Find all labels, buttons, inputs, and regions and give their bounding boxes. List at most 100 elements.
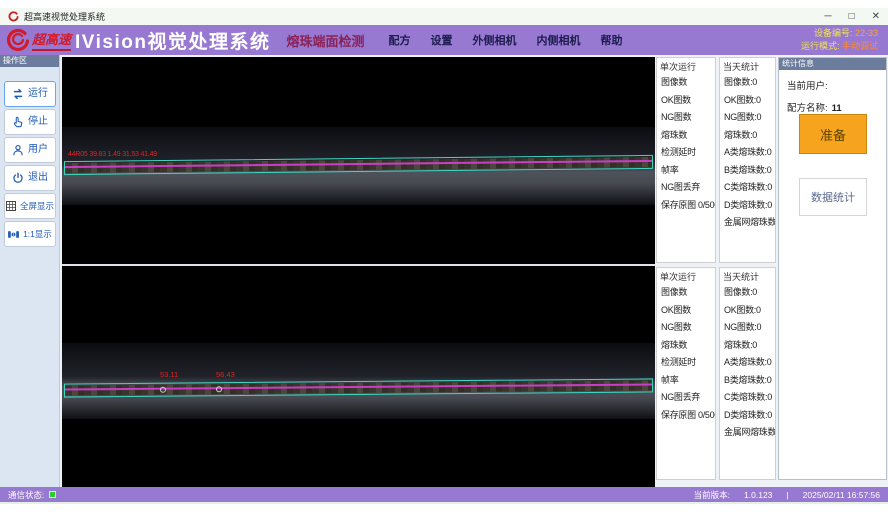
fullscreen-icon — [5, 200, 17, 212]
groupbox-title: 当天统计 — [720, 58, 775, 74]
stat-row: B类熔珠数:0 — [720, 162, 775, 180]
stat-rows: 图像数OK图数NG图数熔珠数检测延时帧率NG图丢弃保存原图 0/500 — [657, 74, 715, 214]
exit-icon — [11, 171, 25, 185]
stat-row: NG图数:0 — [720, 109, 775, 127]
groupbox-title: 单次运行 — [657, 58, 715, 74]
fullscreen-button[interactable]: 全屏显示 — [4, 193, 56, 219]
close-icon[interactable]: ✕ — [872, 12, 880, 22]
version-label: 当前版本: — [694, 489, 730, 501]
device-info: 设备编号: 22-33 运行模式: 手动调试 — [801, 27, 878, 53]
stat-row: OK图数:0 — [720, 302, 775, 320]
stat-row: NG图丢弃 — [657, 389, 715, 407]
datetime: 2025/02/11 16:57:56 — [803, 490, 880, 500]
measurement-annotation: 44R05 39.83 1.49 31.53 41.49 — [68, 151, 157, 158]
stat-row: NG图数 — [657, 319, 715, 337]
stop-button-label: 停止 — [28, 117, 48, 127]
stat-row: D类熔珠数:0 — [720, 407, 775, 425]
stat-row: 熔珠数 — [657, 127, 715, 145]
one-to-one-icon — [7, 228, 20, 241]
window-title: 超高速视觉处理系统 — [24, 10, 105, 23]
menu-item[interactable]: 外侧相机 — [472, 32, 516, 48]
device-id-label: 设备编号: — [814, 28, 853, 38]
stat-rows: 图像数OK图数NG图数熔珠数检测延时帧率NG图丢弃保存原图 0/500 — [657, 284, 715, 424]
menu-item[interactable]: 内侧相机 — [536, 32, 580, 48]
main-content: 操作区 运行 停止 — [0, 55, 888, 487]
stop-icon — [11, 115, 25, 129]
user-icon — [11, 143, 25, 157]
menu-item[interactable]: 配方 — [388, 32, 410, 48]
stat-row: 图像数 — [657, 284, 715, 302]
main-menu: 配方 设置 外侧相机 内侧相机 帮助 — [388, 32, 622, 48]
stat-row: 熔珠数:0 — [720, 337, 775, 355]
groupbox-title: 当天统计 — [720, 268, 775, 284]
daily-stats-top: 当天统计 图像数:0OK图数:0NG图数:0熔珠数:0A类熔珠数:0B类熔珠数:… — [719, 57, 776, 263]
current-user-label: 当前用户: — [787, 81, 828, 92]
status-bar: 通信状态: 当前版本: 1.0.123 | 2025/02/11 16:57:5… — [0, 487, 888, 502]
stat-row: B类熔珠数:0 — [720, 372, 775, 390]
device-id-value: 22-33 — [855, 28, 878, 38]
defect-marker — [216, 386, 222, 392]
info-panel-header: 统计信息 — [779, 58, 886, 70]
comm-status-label: 通信状态: — [8, 489, 44, 501]
single-run-stats-bottom: 单次运行 图像数OK图数NG图数熔珠数检测延时帧率NG图丢弃保存原图 0/500 — [656, 267, 716, 480]
daily-stats-bottom: 当天统计 图像数:0OK图数:0NG图数:0熔珠数:0A类熔珠数:0B类熔珠数:… — [719, 267, 776, 480]
minimize-icon[interactable]: ─ — [824, 12, 831, 22]
app-window: 超高速视觉处理系统 ─ □ ✕ 超高速 IVision视觉处理系统 熔珠端面检测… — [0, 0, 888, 522]
user-button[interactable]: 用户 — [4, 137, 56, 163]
stat-row: NG图丢弃 — [657, 179, 715, 197]
menu-item[interactable]: 设置 — [430, 32, 452, 48]
recipe-label: 配方名称: — [787, 103, 828, 114]
app-logo-icon — [8, 11, 19, 22]
exit-button-label: 退出 — [28, 173, 48, 183]
stat-row: C类熔珠数:0 — [720, 179, 775, 197]
recipe-value: 11 — [832, 103, 842, 114]
measurement-label: 53.11 — [160, 370, 178, 379]
sidebar-buttons: 运行 停止 用户 — [0, 67, 59, 247]
one-to-one-button-label: 1:1显示 — [23, 230, 52, 239]
stat-row: 检测延时 — [657, 354, 715, 372]
stat-row: 帧率 — [657, 372, 715, 390]
groupbox-title: 单次运行 — [657, 268, 715, 284]
stat-row: OK图数 — [657, 302, 715, 320]
operations-sidebar: 操作区 运行 停止 — [0, 55, 60, 487]
menu-item[interactable]: 帮助 — [600, 32, 622, 48]
stat-row: 图像数 — [657, 74, 715, 92]
stop-button[interactable]: 停止 — [4, 109, 56, 135]
brand-name: 超高速 — [32, 29, 71, 51]
version-value: 1.0.123 — [744, 490, 772, 500]
run-button-label: 运行 — [28, 89, 48, 99]
stat-row: NG图数:0 — [720, 319, 775, 337]
app-subtitle: 熔珠端面检测 — [286, 31, 364, 50]
stat-row: 金属网熔珠数:0 — [720, 214, 775, 232]
stat-row: 图像数:0 — [720, 284, 775, 302]
maximize-icon[interactable]: □ — [849, 12, 855, 22]
statistics-info-panel: 统计信息 当前用户: 配方名称: 11 准备 数据统计 — [778, 57, 887, 480]
data-statistics-button[interactable]: 数据统计 — [799, 178, 867, 216]
defect-marker — [160, 387, 166, 393]
stat-row: D类熔珠数:0 — [720, 197, 775, 215]
stat-row: 保存原图 0/500 — [657, 197, 715, 215]
stat-row: 检测延时 — [657, 144, 715, 162]
camera-view-top[interactable]: 44R05 39.83 1.49 31.53 41.49 — [62, 57, 655, 264]
brand-swirl-icon — [6, 28, 30, 52]
user-button-label: 用户 — [28, 145, 48, 155]
stat-row: A类熔珠数:0 — [720, 354, 775, 372]
prepare-button[interactable]: 准备 — [799, 114, 867, 154]
stat-row: 帧率 — [657, 162, 715, 180]
exit-button[interactable]: 退出 — [4, 165, 56, 191]
stat-row: NG图数 — [657, 109, 715, 127]
stat-rows: 图像数:0OK图数:0NG图数:0熔珠数:0A类熔珠数:0B类熔珠数:0C类熔珠… — [720, 284, 775, 442]
camera-view-bottom[interactable]: 53.11 56.43 — [62, 266, 655, 487]
separator: | — [786, 490, 788, 500]
stat-row: OK图数 — [657, 92, 715, 110]
window-bottom-edge — [0, 502, 888, 504]
comm-status-indicator — [49, 491, 56, 498]
stat-row: 保存原图 0/500 — [657, 407, 715, 425]
recipe-row: 配方名称: 11 — [787, 100, 886, 114]
stat-row: 熔珠数 — [657, 337, 715, 355]
run-button[interactable]: 运行 — [4, 81, 56, 107]
stat-row: C类熔珠数:0 — [720, 389, 775, 407]
stat-row: 图像数:0 — [720, 74, 775, 92]
one-to-one-button[interactable]: 1:1显示 — [4, 221, 56, 247]
stat-row: OK图数:0 — [720, 92, 775, 110]
